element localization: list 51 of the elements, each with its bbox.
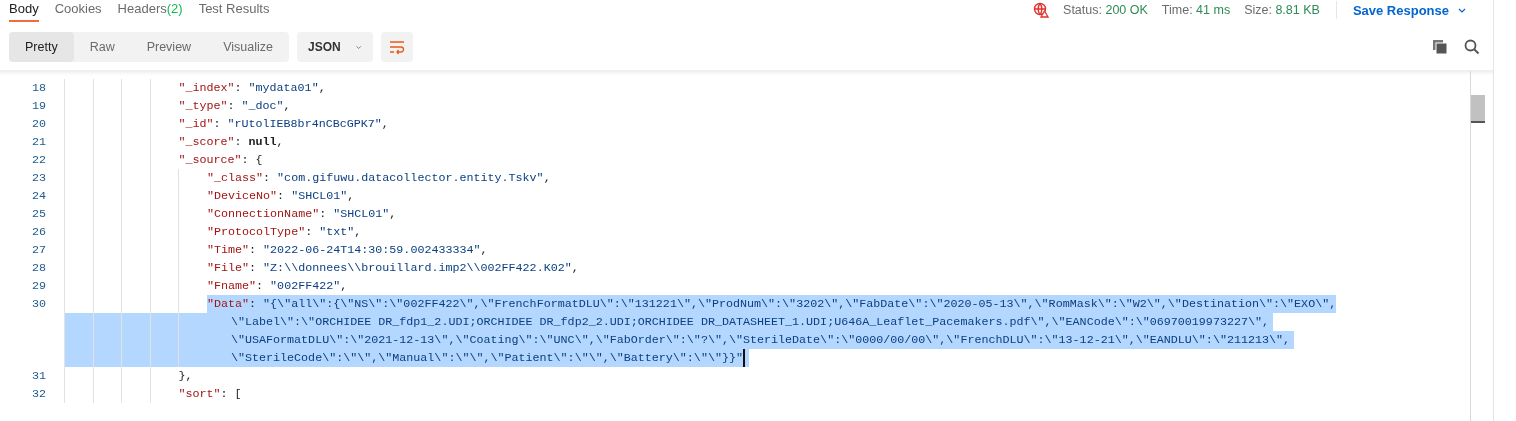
line-number: 32 [31,387,46,401]
line-number: 27 [31,243,46,257]
text-cursor [742,349,745,367]
save-response-button[interactable]: Save Response [1348,2,1471,18]
line-number: 29 [31,279,46,293]
line-number: 19 [31,99,46,113]
response-tab[interactable]: Headers(2) [117,0,183,22]
status-text: Size: 8.81 KB [1244,3,1320,17]
view-mode-tab[interactable]: Pretty [9,32,74,62]
response-tab[interactable]: Cookies [54,0,102,22]
code-line: "_id": "rUtolIEB8br4nCBcGPK7", [178,116,389,133]
code-line: "Time": "2022-06-24T14:30:59.002433334", [206,242,488,259]
code-line: "_source": { [178,152,263,169]
line-number: 20 [31,117,46,131]
code-line: }, [178,368,193,385]
code-line: \"SterileCode\":\"\",\"Manual\":\"\",\"Patient\":\"\",\"Battery\":\"\"}}" [230,350,743,367]
line-number: 24 [31,189,46,203]
line-number: 21 [31,135,46,149]
code-line: "ConnectionName": "SHCL01", [206,206,397,223]
code-line: "File": "Z:\\donnees\\brouillard.imp2\\002FF422.K02", [206,260,579,277]
code-line: \"Label\":\"ORCHIDEE DR_fdp1_2.UDI;ORCHIDEE DR_fdp2_2.UDI;ORCHIDEE DR_DATASHEET_1.UDI;U646A_Leaflet_Pacemakers.pdf\",\"EANCode\":\"06970019973227\", [230,314,1269,331]
view-mode-tab[interactable]: Raw [73,32,131,62]
code-line: \"USAFormatDLU\":\"2021-12-13\",\"Coating\":\"UNC\",\"FabOrder\":\"?\",\"SterileDate\":\"0000/00/00\",\"FrenchDLU\":\"13-12-21\",\"EANDLU\":\"211213\", [230,332,1291,349]
copy-icon[interactable] [1432,39,1448,55]
line-number: 26 [31,225,46,239]
code-line: "ProtocolType": "txt", [206,224,362,241]
code-line: "_score": null, [178,134,284,151]
code-line: "_type": "_doc", [178,98,291,115]
wrap-lines-button[interactable] [380,32,413,62]
format-dropdown[interactable]: JSON [296,32,373,62]
status-text: Time: 41 ms [1161,3,1231,17]
code-line: "_class": "com.gifuwu.datacollector.entity.Tskv", [206,170,551,187]
code-line: "Fname": "002FF422", [206,278,348,295]
code-line: "DeviceNo": "SHCL01", [206,188,355,205]
status-text: Status: 200 OK [1063,3,1148,17]
response-tab[interactable]: Test Results [198,0,270,22]
line-number: 30 [31,297,46,311]
scrollbar-thumb[interactable] [1471,95,1485,123]
line-number: 25 [31,207,46,221]
line-number: 18 [31,81,46,95]
code-line: "_index": "mydata01", [178,80,326,97]
view-mode-tab[interactable]: Visualize [207,32,289,62]
line-number: 23 [31,171,46,185]
line-number: 22 [31,153,46,167]
response-tab[interactable]: Body [9,0,39,22]
view-mode-tab[interactable]: Preview [130,32,208,62]
wrap-lines-icon [387,39,406,55]
line-number: 31 [31,369,46,383]
code-line: "sort": [ [178,386,242,403]
line-number: 28 [31,261,46,275]
search-icon[interactable] [1464,39,1480,55]
